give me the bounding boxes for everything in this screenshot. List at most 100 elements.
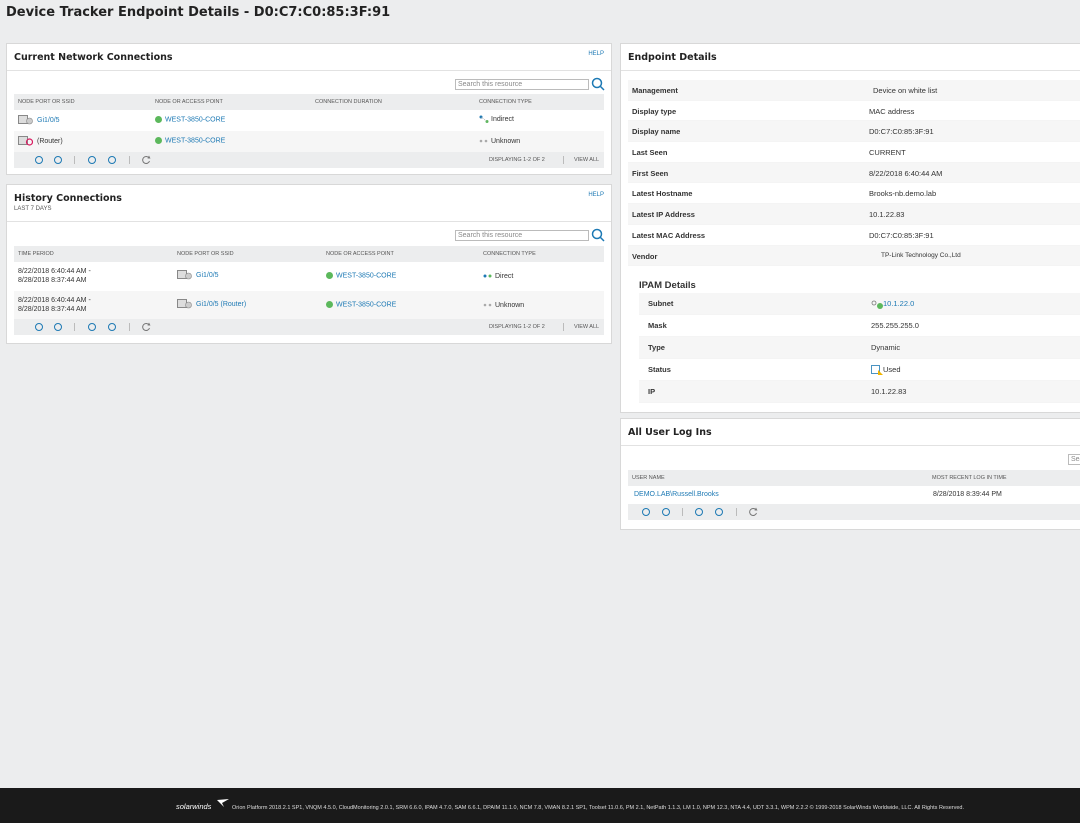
user-name-link[interactable]: DEMO.LAB\Russell.Brooks xyxy=(634,491,719,498)
history-connections-table: TIME PERIOD NODE PORT OR SSID NODE OR AC… xyxy=(14,246,604,335)
detail-value: 8/22/2018 6:40:44 AM xyxy=(869,168,943,178)
column-header: CONNECTION TYPE xyxy=(479,99,532,105)
detail-value: CURRENT xyxy=(869,148,906,158)
time-end: 8/28/2018 8:37:44 AM xyxy=(18,306,87,313)
first-page-button[interactable] xyxy=(35,323,43,331)
subnet-link[interactable]: 10.1.22.0 xyxy=(883,299,914,308)
detail-row: Display type MAC address xyxy=(628,101,1080,122)
search-icon[interactable] xyxy=(591,77,605,91)
prev-page-button[interactable] xyxy=(662,508,670,516)
subnet-icon xyxy=(871,300,883,309)
column-header: NODE OR ACCESS POINT xyxy=(326,251,394,257)
search-row: Sea xyxy=(621,446,1080,468)
detail-key: Vendor xyxy=(632,251,658,261)
refresh-icon[interactable] xyxy=(141,322,151,332)
time-end: 8/28/2018 8:37:44 AM xyxy=(18,277,87,284)
pager: DISPLAYING 1-2 OF 2 VIEW ALL xyxy=(14,319,604,335)
column-header: USER NAME xyxy=(632,475,665,481)
ip-link[interactable]: 10.1.22.83 xyxy=(871,387,906,396)
view-all-link[interactable]: VIEW ALL xyxy=(574,157,599,163)
table-header: TIME PERIOD NODE PORT OR SSID NODE OR AC… xyxy=(14,246,604,262)
search-input[interactable]: Sea xyxy=(1068,454,1080,465)
detail-key: Subnet xyxy=(648,299,674,308)
next-page-button[interactable] xyxy=(88,156,96,164)
view-all-link[interactable]: VIEW ALL xyxy=(574,324,599,330)
management-link[interactable]: Device on white list xyxy=(873,86,937,95)
panel-header: History Connections LAST 7 DAYS HELP xyxy=(7,185,611,222)
next-page-button[interactable] xyxy=(88,323,96,331)
port-link[interactable]: Gi1/0/5 xyxy=(196,272,219,279)
detail-key: Type xyxy=(648,343,665,352)
status-up-icon xyxy=(326,301,333,308)
port-link[interactable]: Gi1/0/5 xyxy=(37,117,60,124)
column-header: NODE PORT OR SSID xyxy=(18,99,75,105)
unknown-connection-icon xyxy=(483,303,492,307)
pager-divider xyxy=(563,156,564,164)
search-row: Search this resource xyxy=(7,222,611,244)
connection-type-label: Unknown xyxy=(495,301,525,309)
endpoint-details-panel: Endpoint Details Management Device on whi… xyxy=(620,43,1080,413)
node-link[interactable]: WEST-3850-CORE xyxy=(336,301,396,308)
first-page-button[interactable] xyxy=(642,508,650,516)
direct-connection-icon xyxy=(483,274,492,278)
hostname-link[interactable]: Brooks-nb.demo.lab xyxy=(869,189,936,198)
last-page-button[interactable] xyxy=(108,156,116,164)
column-header: CONNECTION TYPE xyxy=(483,251,536,257)
detail-value: D0:C7:C0:85:3F:91 xyxy=(869,127,934,137)
detail-key: Mask xyxy=(648,321,667,330)
detail-key: Latest Hostname xyxy=(632,189,693,199)
column-header: CONNECTION DURATION xyxy=(315,99,382,105)
detail-row: Status Used xyxy=(639,359,1080,381)
detail-row: Management Device on white list xyxy=(628,80,1080,101)
solarwinds-logo-icon xyxy=(217,799,229,807)
detail-key: Status xyxy=(648,365,671,374)
node-cell: WEST-3850-CORE xyxy=(155,116,225,123)
first-page-button[interactable] xyxy=(35,156,43,164)
status-cell: Used xyxy=(871,365,901,376)
panel-title: Current Network Connections xyxy=(14,52,173,63)
help-link[interactable]: HELP xyxy=(588,192,604,198)
table-row: 8/22/2018 6:40:44 AM - 8/28/2018 8:37:44 … xyxy=(14,291,604,319)
connection-type-cell: Direct xyxy=(483,272,513,280)
search-input[interactable]: Search this resource xyxy=(455,230,589,241)
detail-row: Subnet 10.1.22.0 xyxy=(639,293,1080,315)
refresh-icon[interactable] xyxy=(141,155,151,165)
detail-row: Vendor TP-Link Technology Co.,Ltd xyxy=(628,245,1080,267)
time-period-cell: 8/22/2018 6:40:44 AM - 8/28/2018 8:37:44 … xyxy=(18,296,91,314)
mac-address-link[interactable]: D0:C7:C0:85:3F:91 xyxy=(869,231,934,240)
detail-key: Management xyxy=(632,86,678,95)
detail-row: First Seen 8/22/2018 6:40:44 AM xyxy=(628,162,1080,184)
search-input[interactable]: Search this resource xyxy=(455,79,589,90)
pager-count: DISPLAYING 1-2 OF 2 xyxy=(489,324,545,330)
last-page-button[interactable] xyxy=(715,508,723,516)
connection-type-cell: Unknown xyxy=(483,301,524,309)
node-link[interactable]: WEST-3850-CORE xyxy=(165,137,225,144)
help-link[interactable]: HELP xyxy=(588,51,604,57)
panel-title: All User Log Ins xyxy=(628,427,712,438)
next-page-button[interactable] xyxy=(695,508,703,516)
connection-type-label: Direct xyxy=(495,272,514,280)
search-icon[interactable] xyxy=(591,228,605,242)
status-up-icon xyxy=(326,272,333,279)
footer-copyright: Orion Platform 2018.2.1 SP1, VNQM 4.5.0,… xyxy=(232,805,965,811)
login-time: 8/28/2018 8:39:44 PM xyxy=(933,491,1002,498)
node-link[interactable]: WEST-3850-CORE xyxy=(165,116,225,123)
node-link[interactable]: WEST-3850-CORE xyxy=(336,272,396,279)
detail-key: First Seen xyxy=(632,168,669,178)
last-page-button[interactable] xyxy=(108,323,116,331)
endpoint-details-list: Management Device on white list Display t… xyxy=(628,80,1080,267)
port-label: (Router) xyxy=(37,137,63,145)
prev-page-button[interactable] xyxy=(54,323,62,331)
detail-value: MAC address xyxy=(869,106,915,116)
ipam-details-list: Subnet 10.1.22.0 Mask 255.255.255.0 Type D… xyxy=(639,293,1080,403)
connection-type-cell: Indirect xyxy=(479,115,514,123)
port-icon xyxy=(18,115,33,125)
detail-value: 255.255.255.0 xyxy=(871,321,919,330)
port-link[interactable]: Gi1/0/5 (Router) xyxy=(196,301,246,308)
ip-address-link[interactable]: 10.1.22.83 xyxy=(869,210,904,219)
detail-value: Dynamic xyxy=(871,343,901,352)
refresh-icon[interactable] xyxy=(748,507,758,517)
prev-page-button[interactable] xyxy=(54,156,62,164)
detail-key: Display type xyxy=(632,106,677,116)
subnet-cell: 10.1.22.0 xyxy=(871,299,914,309)
